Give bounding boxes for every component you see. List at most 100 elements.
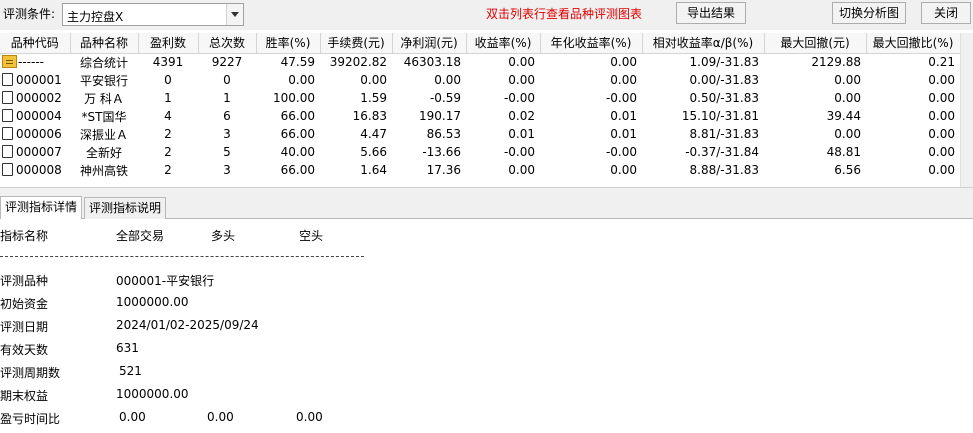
cell-annual-return: -0.00 (605, 145, 637, 159)
cell-code: 000004 (16, 109, 62, 123)
table-row[interactable]: 000004 *ST国华 4 6 66.00 16.83 190.17 0.02… (0, 107, 960, 125)
toolbar: 评测条件: 主力控盘X 双击列表行查看品种评测图表 导出结果 切换分析图 关闭 (0, 0, 973, 30)
close-button[interactable]: 关闭 (921, 2, 971, 24)
cell-profit-count: 2 (164, 145, 172, 159)
tab-indicator-details[interactable]: 评测指标详情 (0, 196, 83, 219)
table-row[interactable]: 000007 全新好 2 5 40.00 5.66 -13.66 -0.00 -… (0, 143, 960, 161)
document-icon (2, 109, 13, 122)
summary-row[interactable]: ------ 综合统计 4391 9227 47.59 39202.82 463… (0, 53, 960, 71)
cell-name: 神州高铁 (79, 163, 128, 178)
cell-code: 000007 (16, 145, 62, 159)
cell-total-count: 3 (223, 163, 231, 177)
column-header[interactable]: 最大回撤(元) (764, 33, 867, 54)
cell-max-dd: 0.00 (834, 127, 861, 141)
chevron-down-icon (231, 12, 239, 17)
cell-net-profit: 0.00 (434, 73, 461, 87)
column-header[interactable]: 相对收益率α/β(%) (642, 33, 765, 54)
column-header[interactable]: 收益率(%) (466, 33, 541, 54)
cell-name: 平安银行 (79, 73, 128, 88)
cell-return: -0.00 (503, 91, 535, 105)
cell-relative: 8.81/-31.83 (689, 127, 759, 141)
cell-profit-count: 4391 (152, 55, 184, 70)
cell-name: 综合统计 (79, 55, 128, 70)
table-row[interactable]: 000002 万 科Ａ 1 1 100.00 1.59 -0.59 -0.00 … (0, 89, 960, 107)
cell-net-profit: 190.17 (419, 109, 461, 123)
cell-total-count: 6 (223, 109, 231, 123)
cell-net-profit: 17.36 (426, 163, 461, 177)
document-icon (2, 145, 13, 158)
cell-name: 万 科Ａ (84, 91, 124, 106)
cell-code: 000008 (16, 163, 62, 177)
results-table[interactable]: 品种代码 品种名称 盈利数 总次数 胜率(%) 手续费(元) 净利润(元) 收益… (0, 33, 973, 187)
column-header[interactable]: 手续费(元) (320, 33, 393, 54)
cell-total-count: 3 (223, 127, 231, 141)
detail-label: 评测周期数 (0, 366, 61, 380)
cell-fee: 5.66 (360, 145, 387, 159)
cell-fee: 39202.82 (329, 55, 387, 70)
column-header[interactable]: 净利润(元) (392, 33, 467, 54)
pane-splitter[interactable] (0, 187, 973, 195)
switch-chart-button[interactable]: 切换分析图 (832, 2, 906, 24)
cell-win-rate: 66.00 (280, 109, 315, 123)
cell-return: 0.02 (508, 109, 535, 123)
tab-indicator-description[interactable]: 评测指标说明 (84, 197, 167, 219)
detail-header-all: 全部交易 (116, 229, 165, 243)
detail-value-long: 0.00 (207, 410, 234, 424)
dropdown-button[interactable] (226, 4, 243, 25)
table-row[interactable]: 000001 平安银行 0 0 0.00 0.00 0.00 0.00 0.00… (0, 71, 960, 89)
cell-win-rate: 40.00 (280, 145, 315, 159)
cell-name: *ST国华 (81, 109, 127, 124)
column-header[interactable]: 盈利数 (138, 33, 199, 54)
cell-annual-return: 0.01 (610, 127, 637, 141)
detail-header-short: 空头 (299, 229, 324, 243)
cell-total-count: 1 (223, 91, 231, 105)
cell-max-dd: 0.00 (834, 73, 861, 87)
column-header[interactable]: 品种代码 (0, 33, 71, 54)
cell-net-profit: 46303.18 (403, 55, 461, 70)
cell-net-profit: -13.66 (422, 145, 461, 159)
cell-max-dd: 6.56 (834, 163, 861, 177)
cell-relative: 8.88/-31.83 (689, 163, 759, 177)
detail-label: 评测日期 (0, 320, 49, 334)
cell-max-dd-ratio: 0.00 (928, 145, 955, 159)
cell-relative: 15.10/-31.81 (681, 109, 759, 123)
cell-max-dd-ratio: 0.00 (928, 73, 955, 87)
cell-code: ------ (18, 55, 44, 70)
cell-profit-count: 4 (164, 109, 172, 123)
separator-line (0, 256, 364, 257)
detail-panel: 指标名称 全部交易 多头 空头 评测品种 000001-平安银行 初始资金 10… (0, 220, 973, 433)
cell-win-rate: 47.59 (280, 55, 315, 70)
condition-select[interactable]: 主力控盘X (62, 3, 244, 26)
detail-value: 1000000.00 (116, 387, 189, 401)
cell-win-rate: 0.00 (288, 73, 315, 87)
detail-label: 盈亏时间比 (0, 412, 61, 426)
cell-fee: 1.64 (360, 163, 387, 177)
table-row[interactable]: 000006 深振业Ａ 2 3 66.00 4.47 86.53 0.01 0.… (0, 125, 960, 143)
cell-max-dd: 2129.88 (811, 55, 861, 70)
cell-name: 深振业Ａ (79, 127, 128, 142)
export-button[interactable]: 导出结果 (676, 2, 746, 24)
detail-header-name: 指标名称 (0, 229, 49, 243)
column-header[interactable]: 品种名称 (70, 33, 139, 54)
detail-value: 2024/01/02-2025/09/24 (116, 318, 259, 332)
column-header[interactable]: 最大回撤比(%) (866, 33, 961, 54)
table-row[interactable]: 000008 神州高铁 2 3 66.00 1.64 17.36 0.00 0.… (0, 161, 960, 179)
detail-label: 初始资金 (0, 297, 49, 311)
document-icon (2, 73, 13, 86)
cell-fee: 4.47 (360, 127, 387, 141)
cell-profit-count: 0 (164, 73, 172, 87)
cell-code: 000001 (16, 73, 62, 87)
cell-fee: 1.59 (360, 91, 387, 105)
column-header[interactable]: 胜率(%) (256, 33, 321, 54)
table-header-row: 品种代码 品种名称 盈利数 总次数 胜率(%) 手续费(元) 净利润(元) 收益… (0, 33, 961, 54)
cell-name: 全新好 (85, 145, 122, 160)
vertical-scrollbar[interactable] (960, 33, 973, 187)
cell-max-dd: 48.81 (826, 145, 861, 159)
detail-value: 000001-平安银行 (116, 274, 215, 288)
cell-relative: 0.50/-31.83 (689, 91, 759, 105)
column-header[interactable]: 年化收益率(%) (540, 33, 643, 54)
cell-annual-return: -0.00 (605, 91, 637, 105)
column-header[interactable]: 总次数 (198, 33, 257, 54)
detail-value-all: 0.00 (119, 410, 146, 424)
detail-label: 有效天数 (0, 343, 49, 357)
